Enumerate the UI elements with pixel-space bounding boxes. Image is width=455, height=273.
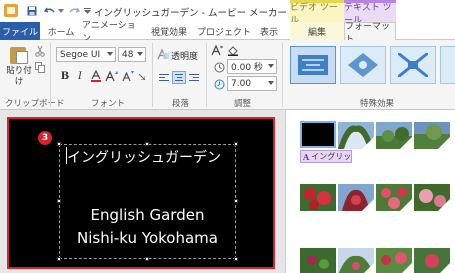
resize-handle[interactable]	[57, 199, 61, 203]
font-family-value: Segoe UI	[60, 49, 101, 60]
preview-monitor[interactable]: 3 イングリッシュガーデン English Garden Nishi-ku Yo…	[7, 117, 275, 269]
shrink-font-icon[interactable]	[121, 69, 135, 83]
font-family-select[interactable]: Segoe UI	[56, 47, 116, 62]
font-color-icon[interactable]	[89, 69, 103, 83]
tab-animations[interactable]: アニメーション	[82, 21, 142, 44]
preview-area: 3 イングリッシュガーデン English Garden Nishi-ku Yo…	[0, 110, 285, 273]
clip-thumbnail[interactable]	[414, 184, 450, 211]
tab-visual-effects[interactable]: 視覚効果	[144, 22, 194, 40]
start-time-value: 0.00 秒	[231, 63, 263, 73]
clip-thumbnail[interactable]	[300, 184, 336, 211]
text-style-icon[interactable]	[210, 43, 224, 57]
grow-font-icon[interactable]	[104, 69, 118, 83]
clip-thumbnail[interactable]	[414, 122, 450, 149]
resize-handle[interactable]	[234, 199, 238, 203]
effect-tile-4[interactable]	[440, 46, 455, 84]
clip-caption-text: イングリッ...	[311, 152, 352, 161]
redo-icon[interactable]	[67, 3, 81, 19]
font-group-label: フォント	[91, 99, 126, 109]
clip-thumbnail[interactable]	[376, 122, 412, 149]
tab-format[interactable]: フォーマット	[344, 22, 396, 45]
resize-handle[interactable]	[145, 257, 149, 261]
start-time-icon	[212, 60, 226, 74]
clip-thumbnail[interactable]	[376, 248, 412, 273]
clip-thumbnail[interactable]	[338, 122, 374, 149]
group-divider	[152, 43, 153, 107]
clip-thumbnail-title[interactable]	[300, 121, 336, 148]
effect-tile-1[interactable]	[290, 46, 336, 84]
clip-thumbnail[interactable]	[414, 248, 450, 273]
ribbon-format: 貼り付け クリップボード Segoe UI 48 B I フォント 透明度 段落	[0, 40, 455, 110]
duration-value: 7.00	[231, 78, 252, 89]
tab-project[interactable]: プロジェクト	[196, 22, 252, 40]
copy-icon[interactable]	[34, 61, 46, 73]
window-title: イングリッシュガーデン - ムービー メーカー	[94, 8, 287, 19]
font-size-value: 48	[122, 49, 134, 60]
duration-input[interactable]: 7.00	[227, 76, 277, 91]
paste-button-label[interactable]: 貼り付け	[6, 66, 32, 88]
step-badge: 3	[38, 131, 52, 145]
undo-icon[interactable]	[42, 3, 56, 19]
background-color-icon[interactable]	[226, 43, 240, 57]
align-right-icon[interactable]	[187, 71, 201, 84]
save-icon[interactable]	[26, 3, 38, 19]
tab-file[interactable]: ファイル	[0, 22, 40, 40]
bold-button[interactable]: B	[58, 69, 72, 83]
transparency-label[interactable]: 透明度	[171, 49, 198, 62]
customize-toolbar-icon[interactable]	[82, 3, 92, 19]
paragraph-group-label: 段落	[172, 99, 190, 109]
resize-handle[interactable]	[145, 142, 149, 146]
tab-view[interactable]: 表示	[254, 22, 284, 40]
clip-thumbnail[interactable]	[338, 248, 374, 273]
clip-thumbnail[interactable]	[376, 184, 412, 211]
paste-icon[interactable]	[8, 44, 30, 64]
group-divider	[282, 43, 283, 107]
align-center-icon[interactable]	[172, 71, 186, 84]
transparency-icon[interactable]	[156, 47, 170, 61]
clip-caption-chip[interactable]: Aイングリッ...	[300, 150, 352, 163]
effect-tile-2[interactable]	[340, 46, 386, 84]
duration-icon	[212, 77, 226, 91]
italic-button[interactable]: I	[73, 69, 87, 83]
storyboard: Aイングリッ...	[285, 110, 455, 273]
caption-english-line1[interactable]: English Garden	[59, 206, 236, 224]
font-dialog-launcher-icon[interactable]	[138, 71, 146, 83]
resize-handle[interactable]	[234, 142, 238, 146]
font-size-select[interactable]: 48	[118, 47, 146, 62]
resize-handle[interactable]	[57, 142, 61, 146]
resize-handle[interactable]	[234, 257, 238, 261]
tab-edit[interactable]: 編集	[290, 22, 344, 40]
effect-tile-3[interactable]	[390, 46, 436, 84]
effects-group-label: 特殊効果	[360, 99, 395, 109]
caption-japanese[interactable]: イングリッシュガーデン	[67, 147, 221, 167]
group-divider	[50, 43, 51, 107]
resize-handle[interactable]	[57, 257, 61, 261]
caption-english-line2[interactable]: Nishi-ku Yokohama	[59, 229, 236, 247]
cut-icon[interactable]	[34, 45, 46, 57]
adjust-group-label: 調整	[234, 99, 252, 109]
clip-thumbnail[interactable]	[300, 248, 336, 273]
movie-maker-app-icon[interactable]	[4, 4, 18, 17]
clipboard-group-label: クリップボード	[5, 99, 65, 109]
video-tools-header: ビデオ ツール	[290, 0, 344, 26]
clip-thumbnail[interactable]	[338, 184, 374, 211]
ribbon-tab-bar: ファイル ホーム アニメーション 視覚効果 プロジェクト 表示 編集 フォーマッ…	[0, 21, 455, 45]
tab-home[interactable]: ホーム	[44, 22, 78, 40]
start-time-input[interactable]: 0.00 秒	[227, 59, 277, 74]
align-left-icon[interactable]	[157, 71, 171, 84]
undo-dropdown-icon[interactable]	[57, 3, 65, 19]
group-divider	[206, 43, 207, 107]
